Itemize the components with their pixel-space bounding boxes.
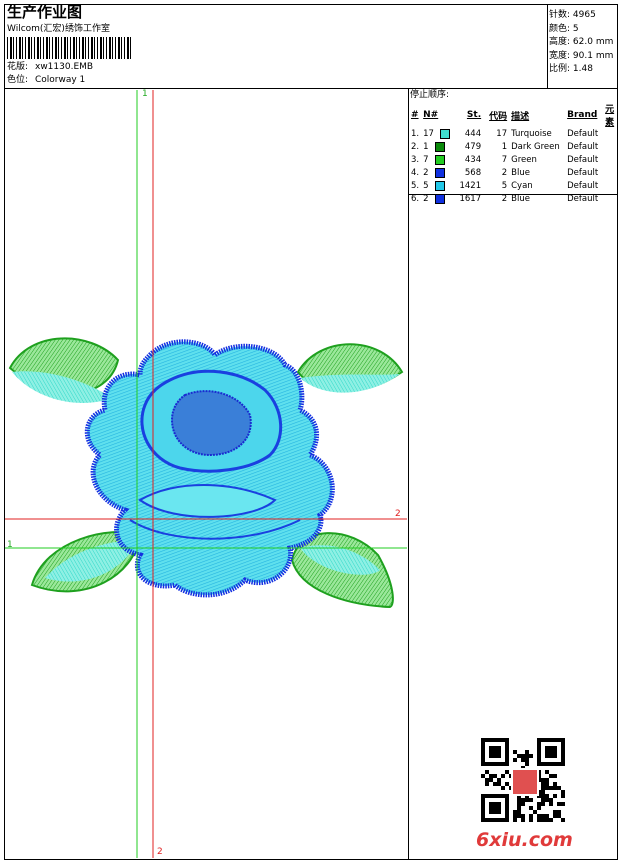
row-desc: Blue [511,168,530,178]
red-axis-label-right: 2 [395,509,401,519]
row-element [603,141,620,154]
stop-sequence-rows: 1. 17 444 17 Turquoise Default 2. 1 479 1 Dark Gre… [409,128,620,206]
design-label: 花版: [7,62,29,72]
colorway-label: 色位: [7,75,29,85]
design-value: xw1130.EMB [35,62,94,72]
row-needle: 17 [421,128,457,141]
row-brand: Default [567,181,599,191]
row-needle: 1 [421,141,457,154]
row-brand: Default [567,129,599,139]
stop-sequence-table: # N# St. 代码 描述 Brand 元素 1. 17 444 17 Turquoi… [409,102,620,206]
row-element [603,167,620,180]
row-num: 5. [411,181,420,191]
row-desc: Blue [511,194,530,204]
page-title: 生产作业图 [7,3,83,21]
row-num: 6. [411,194,420,204]
color-swatch [434,167,445,178]
row-desc: Green [511,155,537,165]
row-needle: 7 [421,154,457,167]
row-code: 7 [501,155,508,165]
row-desc: Cyan [511,181,533,191]
stat-scale: 比例: 1.48 [549,64,593,74]
row-code: 5 [501,181,508,191]
row-code: 1 [501,142,508,152]
row-num: 2. [411,142,420,152]
watermark-text: 6xiu.com [476,829,573,851]
color-swatch [434,154,445,165]
row-code: 17 [496,129,508,139]
row-stitches: 1421 [459,181,482,191]
table-row: 1. 17 444 17 Turquoise Default [409,128,620,141]
qr-stamp [511,768,539,796]
stat-colors: 颜色: 5 [549,23,579,34]
row-stitches: 568 [464,168,482,178]
color-swatch [434,193,445,204]
design-area [4,88,409,860]
table-row: 2. 1 479 1 Dark Green Default [409,141,620,154]
table-row: 6. 2 1617 2 Blue Default [409,193,620,206]
row-num: 1. [411,129,420,139]
row-desc: Turquoise [511,129,552,139]
row-brand: Default [567,142,599,152]
table-row: 4. 2 568 2 Blue Default [409,167,620,180]
green-axis-label-top: 1 [142,89,148,99]
row-element [603,154,620,167]
stats-list: 针数: 4965 颜色: 5 高度: 62.0 mm 宽度: 90.1 mm 比… [549,7,613,75]
row-stitches: 479 [464,142,482,152]
stat-height: 高度: 62.0 mm [549,37,614,47]
row-stitches: 1617 [459,194,482,204]
row-stitches: 434 [464,155,482,165]
row-code: 2 [501,194,508,204]
row-needle: 2 [421,167,457,180]
row-needle: 5 [421,180,457,193]
row-needle: 2 [421,193,457,206]
stat-width: 宽度: 90.1 mm [549,50,614,61]
green-axis-label-left: 1 [7,540,13,550]
row-brand: Default [567,155,599,165]
table-row: 3. 7 434 7 Green Default [409,154,620,167]
row-num: 4. [411,168,420,178]
row-element [603,128,620,141]
row-code: 2 [501,168,508,178]
table-row: 5. 5 1421 5 Cyan Default [409,180,620,193]
row-num: 3. [411,155,420,165]
color-swatch [434,180,445,191]
company-name: Wilcom(汇宏)绣饰工作室 [7,24,110,34]
stat-stitches: 针数: 4965 [549,10,596,20]
row-brand: Default [567,168,599,178]
row-element [603,193,620,206]
color-swatch [439,128,450,139]
row-element [603,180,620,193]
stop-sequence-title: 停止顺序: [410,90,450,100]
red-axis-label-bottom: 2 [157,847,163,857]
color-swatch [434,141,445,152]
table-header: # N# St. 代码 描述 Brand 元素 [411,105,615,128]
colorway-value: Colorway 1 [35,75,86,85]
row-stitches: 444 [464,129,482,139]
barcode [7,37,132,59]
row-brand: Default [567,194,599,204]
row-desc: Dark Green [511,142,560,152]
